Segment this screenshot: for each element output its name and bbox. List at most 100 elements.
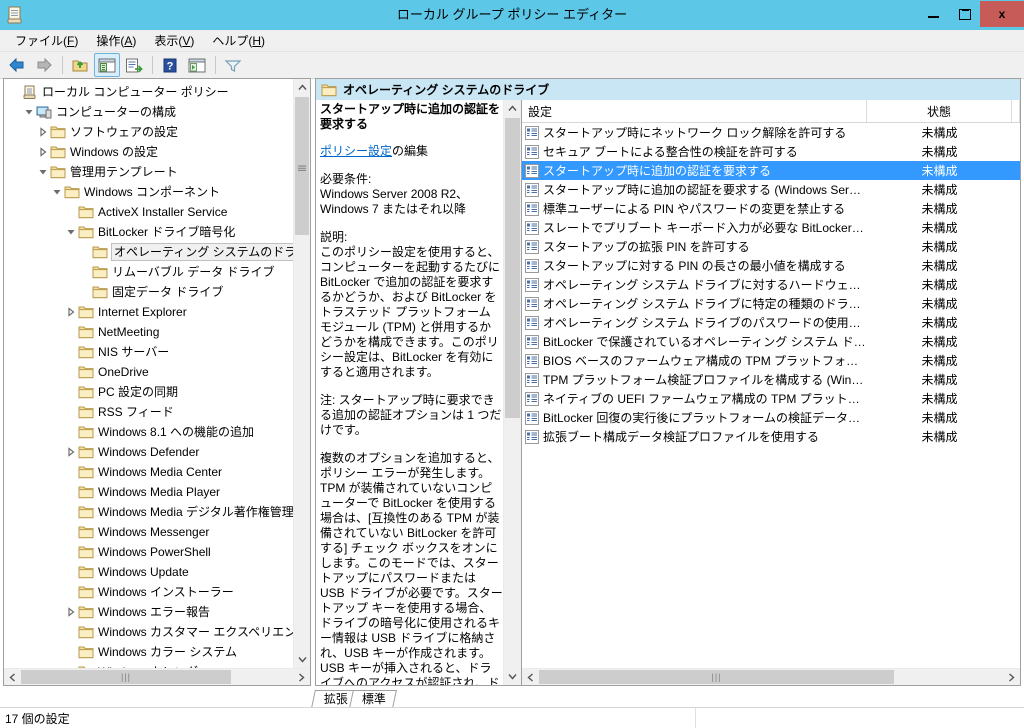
expander-closed-icon[interactable] — [36, 124, 50, 140]
tree-item[interactable]: ローカル コンピューター ポリシー — [6, 82, 294, 102]
policy-setting-icon — [525, 353, 539, 368]
tree-item[interactable]: Windows Media Center — [6, 462, 294, 482]
table-row[interactable]: 拡張ブート構成データ検証プロファイルを使用する 未構成 — [522, 427, 1020, 446]
tree-item[interactable]: Windows カラー システム — [6, 642, 294, 662]
tree-item[interactable]: Windows の設定 — [6, 142, 294, 162]
cell-state: 未構成 — [921, 430, 958, 444]
cell-setting: BitLocker で保護されているオペレーティング システム ドライブの回..… — [522, 333, 867, 350]
tree-item[interactable]: RSS フィード — [6, 402, 294, 422]
table-row[interactable]: スタートアップ時に追加の認証を要求する 未構成 — [522, 161, 1020, 180]
expander-closed-icon[interactable] — [64, 604, 78, 620]
table-row[interactable]: オペレーティング システム ドライブに対するハードウェア ベースの暗号... 未構… — [522, 275, 1020, 294]
back-icon[interactable] — [4, 53, 30, 77]
tree-scroll-left-icon[interactable] — [4, 669, 21, 685]
table-row[interactable]: ネイティブの UEFI ファームウェア構成の TPM プラットフォーム検証...… — [522, 389, 1020, 408]
menu-help[interactable]: ヘルプ(H) — [203, 31, 274, 51]
tree-item[interactable]: OneDrive — [6, 362, 294, 382]
column-header-spare[interactable] — [1012, 100, 1020, 122]
table-row[interactable]: オペレーティング システム ドライブのパスワードの使用を構成する 未構成 — [522, 313, 1020, 332]
maximize-button[interactable] — [949, 1, 980, 27]
tree-item[interactable]: Windows PowerShell — [6, 542, 294, 562]
table-row[interactable]: スタートアップ時に追加の認証を要求する (Windows Server 20..… — [522, 180, 1020, 199]
tree-item[interactable]: PC 設定の同期 — [6, 382, 294, 402]
tree-vertical-scrollbar[interactable] — [293, 79, 310, 668]
column-header-state[interactable]: 状態 — [867, 100, 1012, 122]
description-scroll-down-icon[interactable] — [504, 668, 521, 685]
tree-item[interactable]: Windows インストーラー — [6, 582, 294, 602]
tree-item[interactable]: BitLocker ドライブ暗号化 — [6, 222, 294, 242]
tree-scroll-right-icon[interactable] — [293, 669, 310, 685]
list-scroll-right-icon[interactable] — [1003, 669, 1020, 685]
edit-policy-link[interactable]: ポリシー設定 — [320, 144, 392, 158]
new-window-icon[interactable] — [184, 53, 210, 77]
tab-standard[interactable]: 標準 — [349, 690, 397, 708]
tree-item[interactable]: Windows エラー報告 — [6, 602, 294, 622]
expander-closed-icon[interactable] — [36, 144, 50, 160]
table-row[interactable]: オペレーティング システム ドライブに特定の種類のドライブ暗号化を... 未構成 — [522, 294, 1020, 313]
description-scroll-thumb[interactable] — [505, 118, 520, 418]
table-row[interactable]: スタートアップに対する PIN の長さの最小値を構成する 未構成 — [522, 256, 1020, 275]
tree-item[interactable]: ActiveX Installer Service — [6, 202, 294, 222]
tree-item[interactable]: NIS サーバー — [6, 342, 294, 362]
forward-icon[interactable] — [31, 53, 57, 77]
tree-item[interactable]: Windows Defender — [6, 442, 294, 462]
expander-closed-icon[interactable] — [64, 444, 78, 460]
description-scroll-up-icon[interactable] — [504, 100, 521, 117]
expander-open-icon[interactable] — [36, 164, 50, 180]
tree-item[interactable]: NetMeeting — [6, 322, 294, 342]
tree-scroll-down-icon[interactable] — [294, 651, 310, 668]
tree-horizontal-scrollbar[interactable]: ||| — [4, 668, 310, 685]
table-row[interactable]: スタートアップ時にネットワーク ロック解除を許可する 未構成 — [522, 123, 1020, 142]
table-row[interactable]: スタートアップの拡張 PIN を許可する 未構成 — [522, 237, 1020, 256]
tree-item[interactable]: リムーバブル データ ドライブ — [6, 262, 294, 282]
table-row[interactable]: TPM プラットフォーム検証プロファイルを構成する (Windows Vist.… — [522, 370, 1020, 389]
menu-action[interactable]: 操作(A) — [87, 31, 145, 51]
tree-item[interactable]: Windows Media デジタル著作権管理 — [6, 502, 294, 522]
tree-hscroll-track[interactable]: ||| — [21, 669, 293, 685]
table-row[interactable]: スレートでプリブート キーボード入力が必要な BitLocker 認証を... 未… — [522, 218, 1020, 237]
tree-item[interactable]: Windows カスタマー エクスペリエンス向 — [6, 622, 294, 642]
table-row[interactable]: 標準ユーザーによる PIN やパスワードの変更を禁止する 未構成 — [522, 199, 1020, 218]
tree-scroll-area: ローカル コンピューター ポリシー コンピューターの構成ソフトウェアの設定 Wind… — [4, 79, 310, 668]
table-row[interactable]: BitLocker 回復の実行後にプラットフォームの検証データをリセット... 未… — [522, 408, 1020, 427]
description-vertical-scrollbar[interactable] — [503, 100, 521, 685]
list-scroll-left-icon[interactable] — [522, 669, 539, 685]
tree-item-label: ソフトウェアの設定 — [70, 125, 179, 139]
tree-item[interactable]: コンピューターの構成 — [6, 102, 294, 122]
list-hscroll-thumb[interactable]: ||| — [539, 670, 894, 684]
filter-icon[interactable] — [220, 53, 246, 77]
column-header-setting[interactable]: 設定 — [522, 100, 867, 122]
close-button[interactable]: x — [980, 1, 1024, 27]
expander-closed-icon[interactable] — [64, 304, 78, 320]
tree-scroll-up-icon[interactable] — [294, 79, 310, 96]
tree-item[interactable]: Windows コンポーネント — [6, 182, 294, 202]
tree-hscroll-thumb[interactable]: ||| — [21, 670, 231, 684]
expander-open-icon[interactable] — [50, 184, 64, 200]
expander-open-icon[interactable] — [64, 224, 78, 240]
tree-item[interactable]: Windows Update — [6, 562, 294, 582]
table-row[interactable]: BitLocker で保護されているオペレーティング システム ドライブの回..… — [522, 332, 1020, 351]
show-tree-icon[interactable] — [94, 53, 120, 77]
tree-item[interactable]: 固定データ ドライブ — [6, 282, 294, 302]
policy-setting-icon — [525, 391, 539, 406]
tree-item[interactable]: Windows Media Player — [6, 482, 294, 502]
minimize-button[interactable] — [918, 1, 949, 27]
help-icon[interactable]: ? — [157, 53, 183, 77]
tree-item[interactable]: Internet Explorer — [6, 302, 294, 322]
tree-item[interactable]: Windows Messenger — [6, 522, 294, 542]
export-list-icon[interactable] — [121, 53, 147, 77]
tree-item[interactable]: Windows 8.1 への機能の追加 — [6, 422, 294, 442]
menu-file[interactable]: ファイル(F) — [6, 31, 87, 51]
tree-item[interactable]: 管理用テンプレート — [6, 162, 294, 182]
table-row[interactable]: セキュア ブートによる整合性の検証を許可する 未構成 — [522, 142, 1020, 161]
list-hscroll-track[interactable]: ||| — [539, 669, 1003, 685]
menu-view[interactable]: 表示(V) — [145, 31, 203, 51]
tree-item[interactable]: オペレーティング システムのドライブ — [6, 242, 294, 262]
tree-item[interactable]: ソフトウェアの設定 — [6, 122, 294, 142]
setting-name: BitLocker で保護されているオペレーティング システム ドライブの回..… — [543, 335, 867, 349]
up-folder-icon[interactable] — [67, 53, 93, 77]
folder-icon — [92, 265, 108, 279]
expander-open-icon[interactable] — [22, 104, 36, 120]
table-row[interactable]: BIOS ベースのファームウェア構成の TPM プラットフォーム検証プロ... 未… — [522, 351, 1020, 370]
list-horizontal-scrollbar[interactable]: ||| — [522, 668, 1020, 685]
